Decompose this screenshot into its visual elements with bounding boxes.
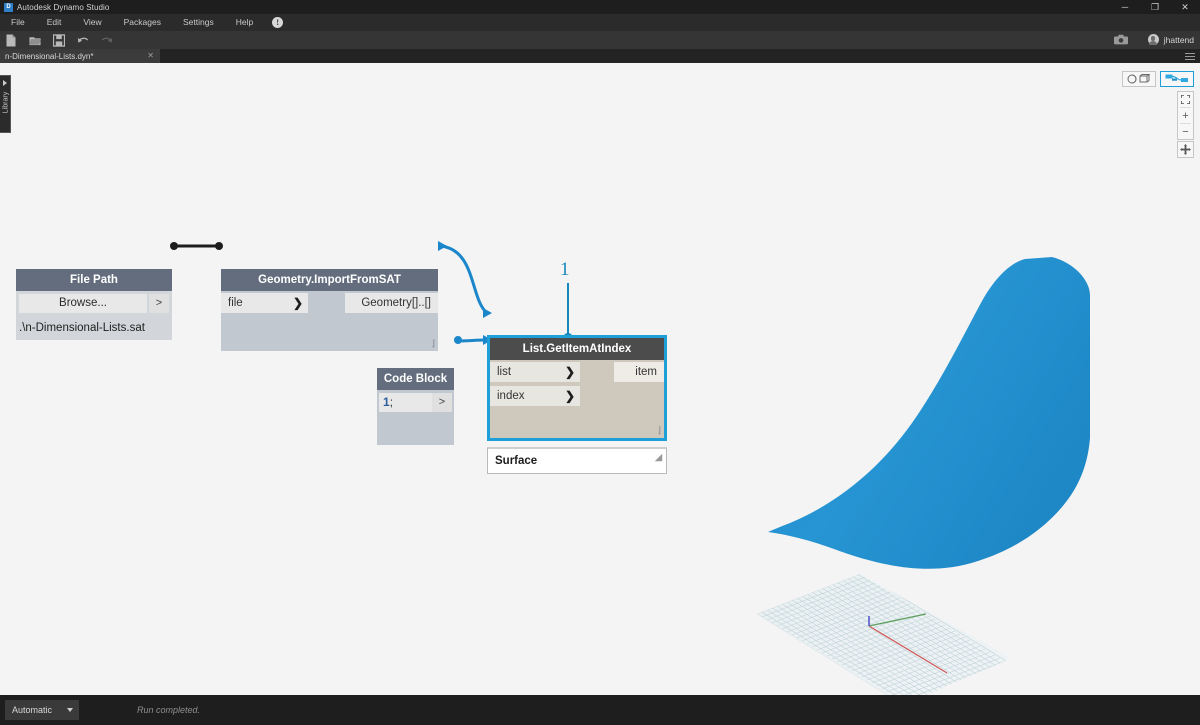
run-mode-dropdown[interactable]: Automatic bbox=[5, 700, 79, 720]
zoom-out-button[interactable]: − bbox=[1178, 124, 1193, 139]
window-controls: ─ ❐ ✕ bbox=[1110, 0, 1200, 14]
title-bar: D Autodesk Dynamo Studio ─ ❐ ✕ bbox=[0, 0, 1200, 14]
node-file-path-title: File Path bbox=[16, 269, 172, 291]
chevron-right-icon: ❯ bbox=[292, 296, 303, 310]
node-list-get-item-title: List.GetItemAtIndex bbox=[490, 338, 664, 360]
preview-value: Surface bbox=[495, 455, 538, 467]
chevron-right-icon: ❯ bbox=[564, 389, 575, 403]
port-row-file: file ❯ Geometry[]..[] bbox=[221, 291, 438, 315]
menu-item-help[interactable]: Help bbox=[225, 14, 264, 31]
camera-icon[interactable] bbox=[1114, 34, 1128, 45]
app-title: Autodesk Dynamo Studio bbox=[17, 2, 110, 12]
menu-item-file[interactable]: File bbox=[0, 14, 36, 31]
run-mode-label: Automatic bbox=[12, 705, 53, 715]
maximize-button[interactable]: ❐ bbox=[1140, 0, 1170, 14]
browse-button[interactable]: Browse... bbox=[19, 294, 147, 313]
menu-item-edit[interactable]: Edit bbox=[36, 14, 73, 31]
code-block-editor[interactable]: 1; bbox=[379, 393, 432, 412]
undo-icon[interactable] bbox=[77, 34, 89, 47]
library-label: Library bbox=[2, 91, 10, 114]
run-status-message: Run completed. bbox=[137, 705, 201, 715]
menu-hamburger-icon[interactable] bbox=[1185, 53, 1195, 60]
file-path-value: .\n-Dimensional-Lists.sat bbox=[16, 316, 172, 340]
annotation-leader-line bbox=[567, 283, 569, 338]
output-port-geometry[interactable]: Geometry[]..[] bbox=[345, 293, 438, 313]
zoom-in-button[interactable]: + bbox=[1178, 108, 1193, 123]
tab-document-label: n-Dimensional-Lists.dyn* bbox=[5, 51, 94, 61]
pan-button[interactable] bbox=[1177, 141, 1194, 158]
app-logo-icon: D bbox=[4, 2, 13, 12]
graph-view-icon bbox=[1165, 74, 1188, 82]
ground-grid bbox=[757, 574, 1012, 695]
node-preview-bubble[interactable]: Surface ◢ bbox=[487, 447, 667, 474]
geometry-view-toggle[interactable] bbox=[1122, 71, 1156, 87]
port-row-index: index ❯ bbox=[490, 384, 664, 408]
output-port-item[interactable]: item bbox=[614, 362, 664, 382]
input-port-file-label: file bbox=[228, 297, 243, 309]
node-geometry-import-from-sat[interactable]: Geometry.ImportFromSAT file ❯ Geometry[]… bbox=[221, 269, 438, 351]
port-row-list: list ❯ item bbox=[490, 360, 664, 384]
tab-strip: n-Dimensional-Lists.dyn* ✕ bbox=[0, 49, 1200, 63]
chevron-right-icon: ❯ bbox=[564, 365, 575, 379]
preview-resize-handle[interactable]: ◢ bbox=[655, 445, 662, 470]
info-icon[interactable]: ! bbox=[272, 17, 284, 28]
node-code-block[interactable]: Code Block 1; > bbox=[377, 368, 454, 445]
node-list-get-item-body: list ❯ item index ❯ ⌋ bbox=[490, 360, 664, 438]
new-file-icon[interactable] bbox=[5, 34, 17, 47]
code-block-output-port[interactable]: > bbox=[432, 393, 452, 412]
node-resize-handle[interactable]: ⌋ bbox=[431, 338, 435, 349]
file-path-output-port[interactable]: > bbox=[149, 294, 169, 313]
chevron-down-icon bbox=[67, 708, 73, 712]
code-block-value: 1 bbox=[383, 395, 390, 409]
open-folder-icon[interactable] bbox=[29, 34, 41, 47]
menu-bar: File Edit View Packages Settings Help ! bbox=[0, 14, 1200, 31]
library-panel-tab[interactable]: Library bbox=[0, 75, 11, 133]
menu-item-packages[interactable]: Packages bbox=[113, 14, 172, 31]
fit-to-screen-icon bbox=[1181, 95, 1190, 104]
node-geometry-import-title: Geometry.ImportFromSAT bbox=[221, 269, 438, 291]
node-code-block-body: 1; > bbox=[377, 390, 454, 445]
annotation-number: 1 bbox=[560, 259, 570, 280]
node-file-path[interactable]: File Path Browse... > .\n-Dimensional-Li… bbox=[16, 269, 172, 340]
tab-document[interactable]: n-Dimensional-Lists.dyn* ✕ bbox=[0, 49, 160, 63]
input-port-file[interactable]: file ❯ bbox=[221, 293, 308, 313]
input-port-index-label: index bbox=[497, 390, 525, 402]
menu-item-settings[interactable]: Settings bbox=[172, 14, 225, 31]
input-port-list-label: list bbox=[497, 366, 512, 378]
pan-icon bbox=[1180, 144, 1191, 155]
surface-geometry bbox=[768, 257, 1090, 569]
dynamo-studio-window: D Autodesk Dynamo Studio ─ ❐ ✕ File Edit… bbox=[0, 0, 1200, 725]
status-bar: Automatic Run completed. bbox=[0, 695, 1200, 725]
zoom-controls: + − bbox=[1177, 91, 1194, 140]
node-file-path-browse-row: Browse... > bbox=[16, 291, 172, 316]
input-port-list[interactable]: list ❯ bbox=[490, 362, 580, 382]
tab-close-icon[interactable]: ✕ bbox=[147, 51, 154, 60]
node-geometry-import-body: file ❯ Geometry[]..[] ⌋ bbox=[221, 291, 438, 351]
code-block-terminator: ; bbox=[389, 395, 394, 409]
save-disk-icon[interactable] bbox=[53, 33, 65, 47]
toolbar: jhattend bbox=[0, 31, 1200, 49]
close-button[interactable]: ✕ bbox=[1170, 0, 1200, 14]
fit-to-screen-button[interactable] bbox=[1178, 92, 1193, 107]
graph-canvas[interactable]: Library + − 1 File Path Browse... > .\n-… bbox=[0, 63, 1200, 695]
graph-view-toggle[interactable] bbox=[1160, 71, 1194, 87]
node-code-block-title: Code Block bbox=[377, 368, 454, 390]
avatar bbox=[1147, 34, 1159, 45]
view-toggle-group bbox=[1122, 71, 1194, 87]
user-account[interactable]: jhattend bbox=[1147, 34, 1194, 45]
input-port-index[interactable]: index ❯ bbox=[490, 386, 580, 406]
minimize-button[interactable]: ─ bbox=[1110, 0, 1140, 14]
node-list-get-item-at-index[interactable]: List.GetItemAtIndex list ❯ item index ❯ … bbox=[487, 335, 667, 441]
node-resize-handle[interactable]: ⌋ bbox=[657, 425, 661, 436]
geometry-view-icon bbox=[1127, 74, 1151, 84]
username-label: jhattend bbox=[1163, 34, 1194, 45]
redo-icon bbox=[102, 37, 113, 42]
menu-item-view[interactable]: View bbox=[72, 14, 112, 31]
